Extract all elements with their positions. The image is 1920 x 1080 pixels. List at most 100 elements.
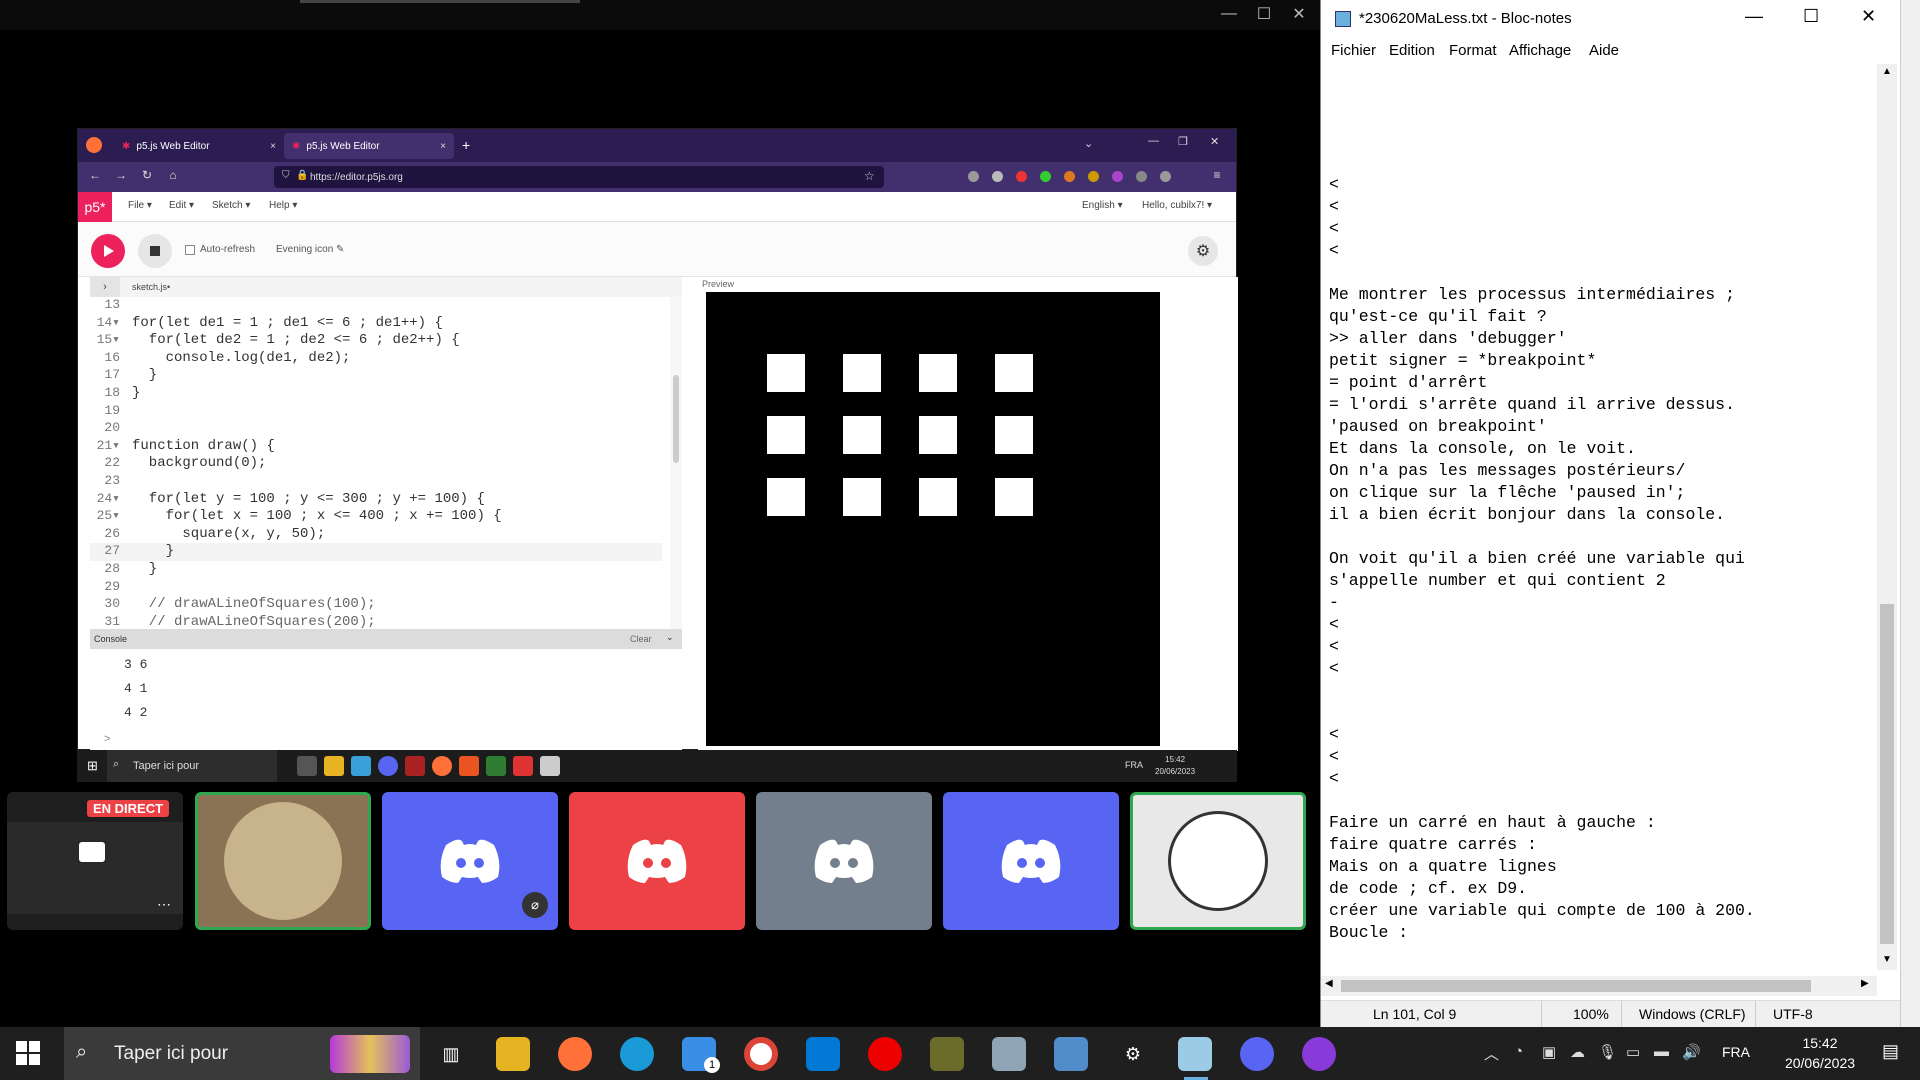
extension-icon[interactable] — [1112, 171, 1123, 182]
app-icon[interactable] — [1302, 1037, 1336, 1071]
close-icon[interactable]: ✕ — [1282, 0, 1316, 28]
app-tray-icon[interactable]: ▣ — [1542, 1043, 1556, 1061]
tab-close-icon[interactable]: × — [440, 141, 446, 152]
battery-icon[interactable]: ▬ — [1654, 1043, 1669, 1060]
menu-edit[interactable]: Edit ▾ — [169, 200, 194, 211]
code-line[interactable]: 25▾ for(let x = 100 ; x <= 400 ; x += 10… — [90, 508, 662, 526]
scroll-up-icon[interactable]: ▲ — [1882, 66, 1892, 77]
back-icon[interactable]: ← — [86, 168, 104, 182]
extensions-puzzle-icon[interactable] — [1160, 171, 1171, 182]
start-button[interactable] — [14, 1039, 42, 1072]
code-line[interactable]: 14▾ for(let de1 = 1 ; de1 <= 6 ; de1++) { — [90, 315, 662, 333]
task-view-icon[interactable]: ▥ — [434, 1037, 468, 1071]
browser-minimize-icon[interactable]: — — [1148, 135, 1159, 147]
tab-list-chevron-icon[interactable]: ⌄ — [1084, 137, 1093, 150]
sidebar-toggle-icon[interactable]: › — [90, 277, 120, 297]
console-collapse-chevron-icon[interactable]: ⌄ — [666, 632, 674, 643]
url-text[interactable]: https://editor.p5js.org — [274, 166, 884, 188]
user-menu[interactable]: Hello, cubilx7! ▾ — [1142, 200, 1212, 211]
code-line[interactable]: 28 } — [90, 561, 662, 579]
participant-tile-avatar[interactable] — [195, 792, 371, 930]
editor-scrollbar[interactable] — [670, 297, 682, 629]
mail-icon[interactable]: 1 — [682, 1037, 720, 1073]
code-line[interactable]: 15▾ for(let de2 = 1 ; de2 <= 6 ; de2++) … — [90, 332, 662, 350]
extension-icon[interactable] — [1064, 171, 1075, 182]
opera-icon[interactable] — [868, 1037, 902, 1071]
hamburger-menu-icon[interactable]: ≡ — [1208, 168, 1226, 182]
extension-icon[interactable] — [1016, 171, 1027, 182]
extension-icon[interactable] — [1040, 171, 1051, 182]
settings-gear-icon[interactable]: ⚙ — [1116, 1037, 1150, 1071]
download-icon[interactable] — [992, 171, 1003, 182]
code-line[interactable]: 22 background(0); — [90, 455, 662, 473]
code-line[interactable]: 30 // drawALineOfSquares(100); — [90, 596, 662, 614]
stop-button[interactable] — [138, 234, 172, 268]
notepad-horizontal-scrollbar[interactable]: ◀ ▶ — [1321, 976, 1877, 996]
p5-logo[interactable]: p5* — [78, 192, 112, 222]
notepad-vertical-scrollbar[interactable]: ▲ ▼ — [1877, 64, 1897, 970]
vscode-icon[interactable] — [806, 1037, 840, 1071]
participant-tile-discord[interactable]: ⌀ — [382, 792, 558, 930]
app-icon[interactable] — [992, 1037, 1026, 1071]
firefox-icon[interactable] — [558, 1037, 592, 1071]
browser-restore-icon[interactable]: ❐ — [1178, 135, 1188, 148]
participant-tile-discord[interactable] — [569, 792, 745, 930]
participant-tile-discord[interactable] — [943, 792, 1119, 930]
code-line[interactable]: 18} — [90, 385, 662, 403]
console-clear-button[interactable]: Clear — [630, 634, 652, 644]
code-line[interactable]: 23 — [90, 473, 662, 491]
minimize-icon[interactable]: — — [1212, 0, 1246, 28]
code-line[interactable]: 13 — [90, 297, 662, 315]
reload-icon[interactable]: ↻ — [138, 168, 156, 182]
sketch-name[interactable]: Evening icon ✎ — [276, 244, 344, 255]
home-icon[interactable]: ⌂ — [164, 168, 182, 182]
code-lines[interactable]: 13 14▾ for(let de1 = 1 ; de1 <= 6 ; de1++)… — [90, 297, 670, 629]
participant-tile-avatar[interactable] — [1130, 792, 1306, 930]
forward-icon[interactable]: → — [112, 168, 130, 182]
language-select[interactable]: English ▾ — [1082, 200, 1123, 211]
play-button[interactable] — [91, 234, 125, 268]
p5-canvas[interactable] — [706, 292, 1160, 746]
scroll-left-icon[interactable]: ◀ — [1325, 978, 1333, 989]
code-line[interactable]: 16 console.log(de1, de2); — [90, 350, 662, 368]
code-line[interactable]: 21▾ function draw() { — [90, 438, 662, 456]
notepad-taskbar-icon[interactable] — [1178, 1037, 1212, 1071]
code-line[interactable]: 26 square(x, y, 50); — [90, 526, 662, 544]
volume-icon[interactable]: 🔊 — [1682, 1043, 1701, 1061]
chrome-icon[interactable] — [744, 1037, 778, 1071]
background-window-scrollbar[interactable] — [1900, 0, 1920, 1027]
app-icon[interactable] — [930, 1037, 964, 1071]
language-indicator[interactable]: FRA — [1722, 1044, 1750, 1060]
tray-overflow-chevron-icon[interactable]: ︿ — [1484, 1043, 1499, 1064]
microphone-icon[interactable]: 🎙 — [1598, 1043, 1617, 1061]
code-line[interactable]: 17 } — [90, 367, 662, 385]
stream-preview-tile[interactable]: EN DIRECT ⋯ — [7, 792, 183, 930]
code-line[interactable]: 24▾ for(let y = 100 ; y <= 300 ; y += 10… — [90, 491, 662, 509]
extension-icon[interactable] — [1136, 171, 1147, 182]
browser-tab-1[interactable]: ✱ p5.js Web Editor × — [114, 133, 284, 159]
menu-sketch[interactable]: Sketch ▾ — [212, 200, 250, 211]
bookmark-star-icon[interactable]: ☆ — [864, 169, 875, 183]
url-bar[interactable]: https://editor.p5js.org ⛉ 🔒 ☆ — [274, 166, 884, 188]
scroll-down-icon[interactable]: ▼ — [1882, 954, 1892, 965]
taskbar-clock[interactable]: 15:42 20/06/2023 — [1770, 1033, 1870, 1073]
maximize-icon[interactable]: ☐ — [1803, 6, 1819, 27]
maximize-icon[interactable]: ☐ — [1247, 0, 1281, 28]
minimize-icon[interactable]: — — [1745, 6, 1763, 27]
menu-edition[interactable]: Edition — [1389, 42, 1435, 59]
display-icon[interactable]: ▭ — [1626, 1043, 1640, 1061]
file-explorer-icon[interactable] — [496, 1037, 530, 1071]
scroll-thumb[interactable] — [1880, 604, 1894, 944]
discord-icon[interactable] — [1240, 1037, 1274, 1071]
menu-affichage[interactable]: Affichage — [1509, 42, 1571, 59]
network-icon[interactable]: ◔ — [1514, 1043, 1523, 1060]
menu-file[interactable]: File ▾ — [128, 200, 152, 211]
h-scroll-thumb[interactable] — [1341, 980, 1811, 992]
console-prompt[interactable]: > — [104, 733, 110, 745]
notifications-icon[interactable]: ▤ — [1882, 1041, 1899, 1062]
browser-tab-2[interactable]: ✱ p5.js Web Editor × — [284, 133, 454, 159]
menu-format[interactable]: Format — [1449, 42, 1497, 59]
settings-gear-icon[interactable]: ⚙ — [1188, 236, 1218, 266]
code-line[interactable]: 27 } — [90, 543, 662, 561]
code-line[interactable]: 29 — [90, 579, 662, 597]
